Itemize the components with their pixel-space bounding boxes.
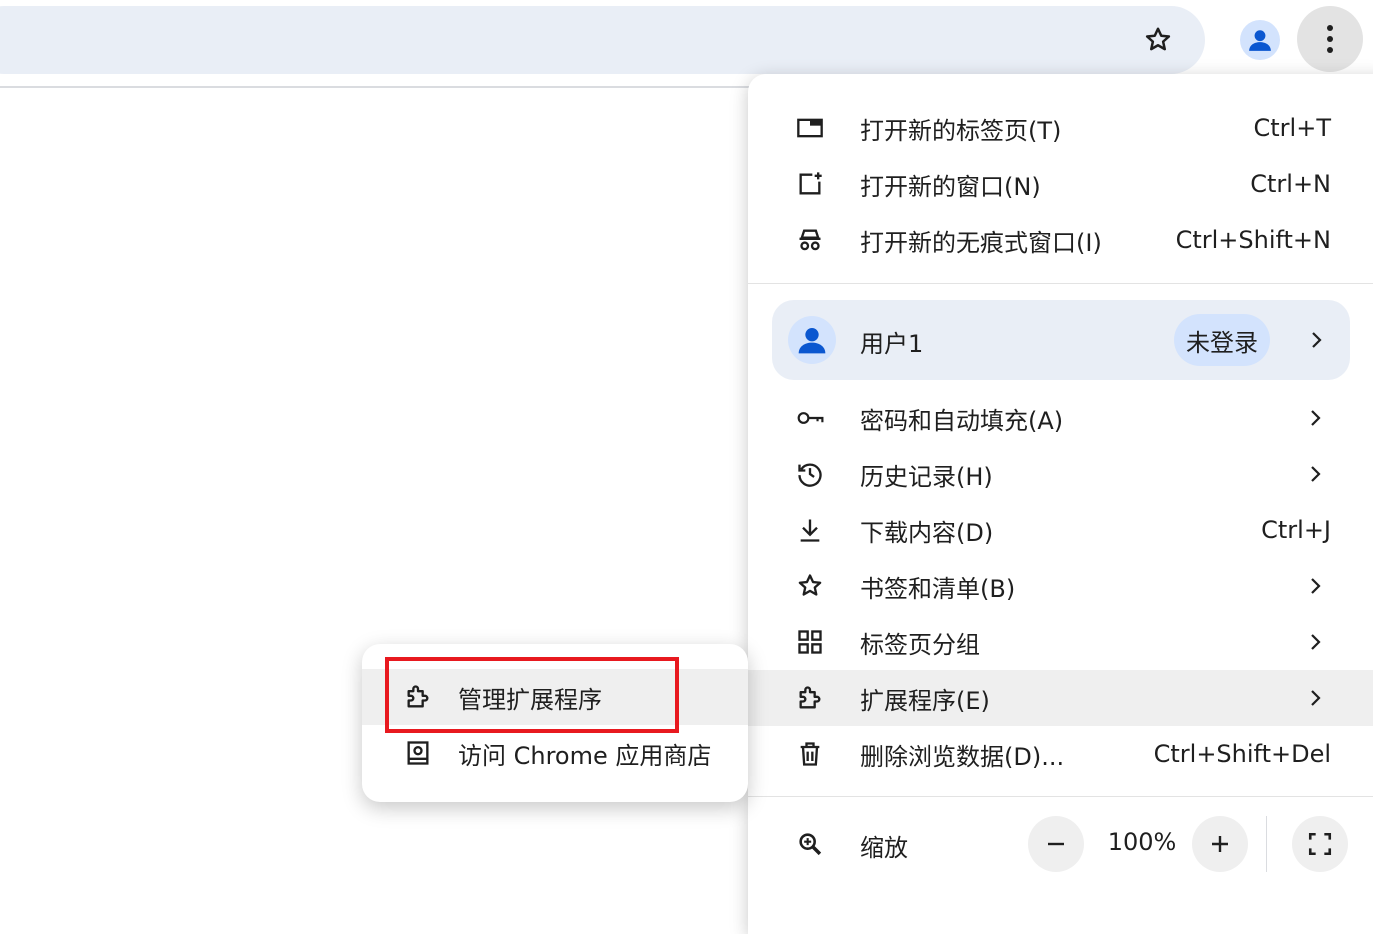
profile-avatar-button[interactable] xyxy=(1232,12,1288,68)
menu-item-downloads[interactable]: 下载内容(D) Ctrl+J xyxy=(748,502,1373,558)
menu-item-label: 下载内容(D) xyxy=(860,518,994,547)
zoom-out-button[interactable] xyxy=(1028,816,1084,872)
bookmark-star-button[interactable] xyxy=(1130,12,1186,68)
incognito-icon xyxy=(796,226,824,254)
menu-divider xyxy=(748,796,1373,797)
shortcut-label: Ctrl+Shift+Del xyxy=(1153,740,1331,768)
submenu-item-web-store[interactable]: 访问 Chrome 应用商店 xyxy=(362,725,748,781)
menu-item-label: 标签页分组 xyxy=(860,630,980,659)
chrome-main-menu: 打开新的标签页(T) Ctrl+T 打开新的窗口(N) Ctrl+N 打开新的无… xyxy=(748,74,1373,934)
menu-item-label: 打开新的窗口(N) xyxy=(860,172,1041,201)
menu-item-passwords[interactable]: 密码和自动填充(A) xyxy=(748,390,1373,446)
bookmark-star-icon xyxy=(1145,27,1171,51)
menu-item-label: 历史记录(H) xyxy=(860,462,993,491)
menu-item-extensions[interactable]: 扩展程序(E) xyxy=(748,670,1373,726)
menu-item-history[interactable]: 历史记录(H) xyxy=(748,446,1373,502)
trash-icon xyxy=(796,740,824,768)
avatar xyxy=(788,316,836,364)
shortcut-label: Ctrl+N xyxy=(1250,170,1331,198)
menu-item-label: 书签和清单(B) xyxy=(860,574,1016,603)
chevron-right-icon xyxy=(1303,406,1327,430)
zoom-label: 缩放 xyxy=(860,834,908,862)
more-menu-button[interactable] xyxy=(1297,6,1363,72)
zoom-level: 100% xyxy=(1107,828,1177,856)
zoom-row: 缩放 100% xyxy=(748,804,1373,884)
address-bar[interactable] xyxy=(0,6,1205,74)
tab-groups-icon xyxy=(796,628,824,656)
menu-item-new-window[interactable]: 打开新的窗口(N) Ctrl+N xyxy=(748,156,1373,212)
new-tab-icon xyxy=(796,114,824,142)
menu-item-bookmarks[interactable]: 书签和清单(B) xyxy=(748,558,1373,614)
fullscreen-button[interactable] xyxy=(1292,816,1348,872)
menu-item-tab-groups[interactable]: 标签页分组 xyxy=(748,614,1373,670)
extension-icon xyxy=(796,684,824,712)
chevron-right-icon xyxy=(1303,462,1327,486)
shortcut-label: Ctrl+J xyxy=(1261,516,1331,544)
chevron-right-icon xyxy=(1304,328,1328,352)
shortcut-label: Ctrl+T xyxy=(1253,114,1331,142)
menu-item-label: 打开新的标签页(T) xyxy=(860,116,1062,145)
submenu-item-label: 访问 Chrome 应用商店 xyxy=(458,741,712,770)
menu-item-clear-data[interactable]: 删除浏览数据(D)... Ctrl+Shift+Del xyxy=(748,726,1373,782)
star-icon xyxy=(796,572,824,600)
key-icon xyxy=(796,404,824,432)
shortcut-label: Ctrl+Shift+N xyxy=(1175,226,1331,254)
new-window-icon xyxy=(796,170,824,198)
zoom-magnifier-icon xyxy=(796,830,824,858)
chevron-right-icon xyxy=(1303,686,1327,710)
minus-icon xyxy=(1048,842,1064,846)
menu-item-new-tab[interactable]: 打开新的标签页(T) Ctrl+T xyxy=(748,100,1373,156)
menu-item-label: 扩展程序(E) xyxy=(860,686,990,715)
avatar xyxy=(1240,20,1280,60)
profile-name: 用户1 xyxy=(860,330,924,358)
zoom-in-button[interactable] xyxy=(1192,816,1248,872)
sign-in-status-badge: 未登录 xyxy=(1174,314,1270,366)
menu-item-incognito[interactable]: 打开新的无痕式窗口(I) Ctrl+Shift+N xyxy=(748,212,1373,268)
store-icon xyxy=(404,739,432,767)
menu-item-label: 打开新的无痕式窗口(I) xyxy=(860,228,1102,257)
history-icon xyxy=(796,460,824,488)
fullscreen-icon xyxy=(1308,832,1332,856)
menu-divider xyxy=(748,283,1373,284)
zoom-separator xyxy=(1266,816,1267,872)
annotation-highlight-box xyxy=(385,657,679,733)
profile-row[interactable]: 用户1 未登录 xyxy=(772,300,1350,380)
person-icon xyxy=(1249,30,1271,51)
chevron-right-icon xyxy=(1303,574,1327,598)
download-icon xyxy=(796,516,824,544)
menu-item-label: 删除浏览数据(D)... xyxy=(860,742,1065,771)
plus-icon xyxy=(1212,836,1228,852)
kebab-icon xyxy=(1327,25,1333,53)
chevron-right-icon xyxy=(1303,630,1327,654)
menu-item-label: 密码和自动填充(A) xyxy=(860,406,1064,435)
person-icon xyxy=(798,328,826,354)
